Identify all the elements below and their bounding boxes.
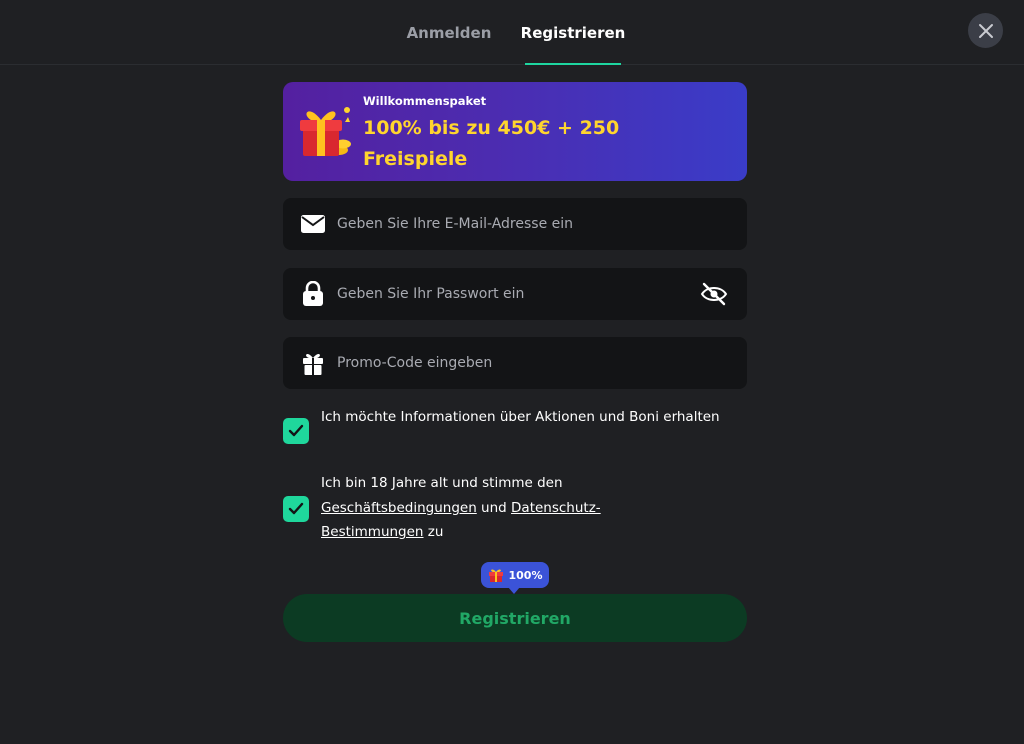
terms-consent-text: Ich bin 18 Jahre alt und stimme den Gesc… bbox=[321, 471, 661, 545]
gift-icon bbox=[300, 107, 351, 156]
welcome-banner: Willkommenspaket 100% bis zu 450€ + 250 … bbox=[283, 82, 747, 181]
bonus-badge-label: 100% bbox=[508, 568, 543, 582]
terms-text-middle: und bbox=[476, 499, 512, 516]
terms-checkbox[interactable] bbox=[283, 496, 309, 522]
register-button[interactable]: Registrieren bbox=[283, 594, 747, 642]
tab-register[interactable]: Registrieren bbox=[521, 0, 625, 65]
password-field[interactable]: Geben Sie Ihr Passwort ein bbox=[283, 268, 747, 320]
close-icon bbox=[978, 23, 993, 38]
bonus-badge: 100% bbox=[481, 562, 549, 594]
gift-icon bbox=[300, 351, 326, 375]
promo-code-placeholder: Promo-Code eingeben bbox=[337, 355, 493, 371]
email-field[interactable]: Geben Sie Ihre E-Mail-Adresse ein bbox=[283, 198, 747, 250]
banner-label: Willkommenspaket bbox=[363, 94, 487, 108]
promo-code-field[interactable]: Promo-Code eingeben bbox=[283, 337, 747, 389]
newsletter-consent-text: Ich möchte Informationen über Aktionen u… bbox=[321, 409, 720, 425]
mail-icon bbox=[300, 212, 326, 236]
terms-text-after: zu bbox=[423, 524, 444, 540]
terms-consent-row: Ich bin 18 Jahre alt und stimme den Gesc… bbox=[283, 471, 747, 547]
newsletter-consent-row: Ich möchte Informationen über Aktionen u… bbox=[283, 405, 747, 457]
eye-off-icon bbox=[700, 282, 728, 306]
banner-title: 100% bis zu 450€ + 250 Freispiele bbox=[363, 117, 620, 170]
lock-icon bbox=[300, 281, 326, 306]
terms-text-before: Ich bin 18 Jahre alt und stimme den bbox=[321, 475, 563, 491]
newsletter-checkbox[interactable] bbox=[283, 418, 309, 444]
email-placeholder: Geben Sie Ihre E-Mail-Adresse ein bbox=[337, 216, 574, 232]
check-icon bbox=[288, 424, 304, 437]
top-navigation: Anmelden Registrieren bbox=[0, 0, 1024, 65]
check-icon bbox=[288, 502, 304, 515]
gift-icon bbox=[488, 569, 503, 582]
tab-login[interactable]: Anmelden bbox=[400, 0, 498, 65]
terms-link[interactable]: Geschäftsbedingungen bbox=[321, 500, 477, 516]
close-button[interactable] bbox=[968, 13, 1003, 48]
password-visibility-toggle[interactable] bbox=[699, 280, 729, 308]
password-placeholder: Geben Sie Ihr Passwort ein bbox=[337, 286, 525, 302]
